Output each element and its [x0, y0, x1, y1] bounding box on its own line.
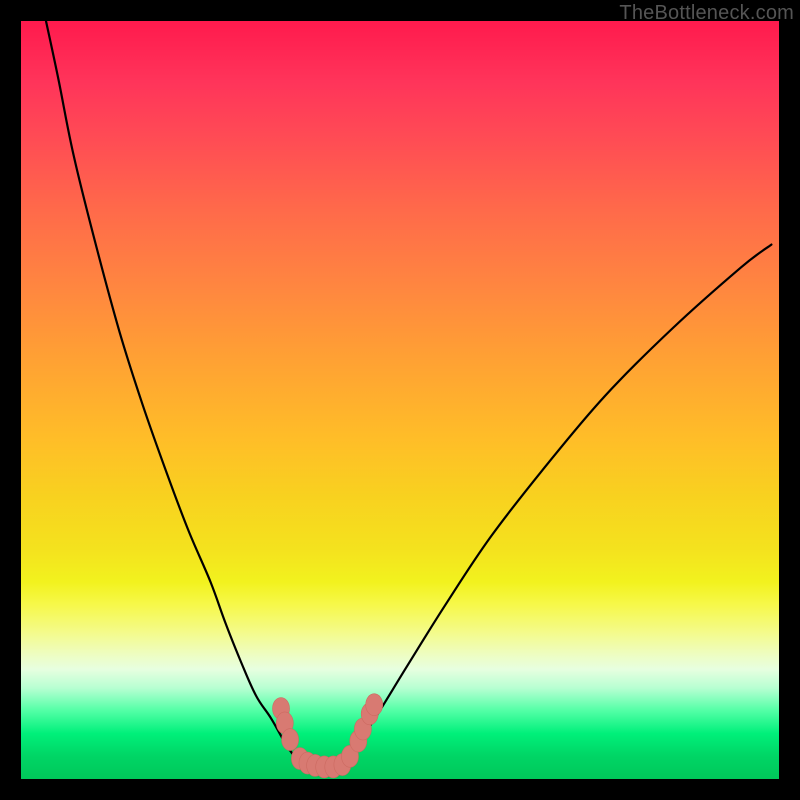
- chart-overlay: [0, 0, 800, 800]
- data-points-cluster: [273, 694, 383, 778]
- cluster-dot: [366, 694, 383, 716]
- left-curve: [46, 21, 309, 768]
- right-curve: [339, 245, 771, 768]
- watermark-text: TheBottleneck.com: [619, 2, 794, 25]
- cluster-dot: [282, 729, 299, 751]
